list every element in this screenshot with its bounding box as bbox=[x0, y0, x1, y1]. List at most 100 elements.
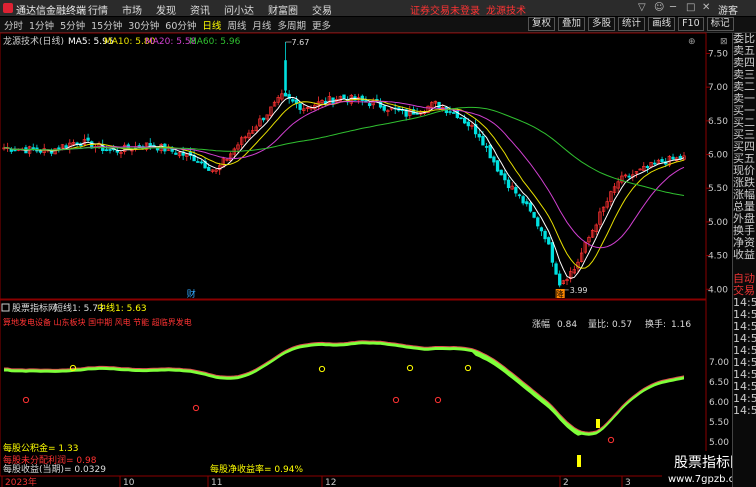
side-item-16: 换手 bbox=[733, 225, 755, 237]
candle bbox=[75, 142, 79, 145]
candle bbox=[148, 143, 152, 146]
price-tick-5: 5.00 bbox=[708, 218, 728, 228]
ma60-line bbox=[3, 106, 685, 196]
low-price-label: 3.99 bbox=[570, 286, 588, 295]
candle bbox=[207, 166, 211, 171]
candle bbox=[462, 117, 467, 124]
side-item-6: 买一 bbox=[733, 105, 755, 117]
price-tick-0: 7.50 bbox=[708, 49, 728, 59]
side-item-7: 买二 bbox=[733, 117, 755, 129]
price-tick-1: 7.00 bbox=[708, 83, 728, 93]
side-item-0: 委比 bbox=[733, 33, 755, 45]
ma60-label: MA60: 5.96 bbox=[189, 37, 241, 47]
side-item-28: 14:55 bbox=[733, 369, 756, 381]
candle bbox=[550, 242, 555, 263]
info-gongjijin: 每股公积金= 1.33 bbox=[3, 442, 78, 454]
side-item-14: 总量 bbox=[733, 201, 755, 213]
candle bbox=[481, 135, 485, 146]
candle bbox=[342, 94, 346, 99]
side-item-24: 14:55 bbox=[733, 321, 756, 333]
peak-candle bbox=[284, 60, 287, 91]
side-item-25: 14:55 bbox=[733, 333, 756, 345]
candle bbox=[521, 196, 525, 204]
info-shouyi: 每股收益(当期)= 0.0329 bbox=[3, 463, 106, 475]
indicator-line2: 中线1: 5.63 bbox=[97, 302, 147, 314]
candle bbox=[495, 160, 500, 172]
candle bbox=[291, 99, 295, 102]
side-item-19 bbox=[733, 261, 756, 273]
candle bbox=[528, 202, 533, 212]
candle bbox=[452, 112, 456, 114]
price-tick-6: 4.50 bbox=[708, 252, 728, 262]
signal-circle-5 bbox=[406, 364, 414, 372]
watermark-url: www.7gpzb.com bbox=[668, 474, 732, 485]
chart-canvas[interactable]: 龙源技术(日线) MA5: 5.95MA10: 5.80MA20: 5.58MA6… bbox=[0, 0, 732, 487]
candle bbox=[517, 194, 522, 197]
candle bbox=[671, 156, 675, 160]
liangbi-label: 量比: bbox=[588, 318, 609, 330]
ma20-line bbox=[3, 100, 685, 249]
watermark-title: 股票指标网 bbox=[674, 455, 732, 471]
close-panel-icon: ⊠ bbox=[720, 37, 728, 47]
candle bbox=[488, 144, 492, 159]
huanshou-value: 1.16 bbox=[671, 320, 691, 330]
zhangfu-label: 涨幅 bbox=[532, 318, 550, 330]
candle bbox=[484, 146, 489, 148]
signal-bar-2 bbox=[577, 455, 581, 467]
candle bbox=[499, 169, 503, 176]
candle bbox=[492, 156, 496, 163]
candle bbox=[645, 166, 650, 168]
side-item-5: 卖一 bbox=[733, 93, 755, 105]
ind-tick-1: 6.50 bbox=[709, 378, 729, 388]
side-item-17: 净资 bbox=[733, 237, 755, 249]
ma10-line bbox=[3, 98, 685, 269]
date-tick-4: 2 bbox=[563, 478, 569, 487]
candle bbox=[660, 159, 664, 163]
candle bbox=[539, 227, 544, 232]
candle bbox=[532, 212, 536, 218]
ind-tick-0: 7.00 bbox=[709, 358, 729, 368]
candle bbox=[547, 237, 551, 245]
info-jingshouyi: 每股净收益率= 0.94% bbox=[210, 463, 303, 475]
side-item-30: 14:55 bbox=[733, 393, 756, 405]
candle bbox=[466, 121, 470, 127]
candle bbox=[448, 111, 452, 113]
ind-tick-2: 6.00 bbox=[709, 398, 729, 408]
zhangfu-value: 0.84 bbox=[557, 320, 577, 330]
candle bbox=[174, 152, 178, 155]
candle bbox=[653, 162, 657, 165]
chart-label: 龙源技术(日线) bbox=[3, 35, 64, 47]
side-item-20: 自动 bbox=[733, 273, 755, 285]
date-tick-2: 11 bbox=[211, 478, 222, 487]
candle bbox=[477, 133, 481, 138]
signal-circle-3 bbox=[318, 365, 326, 373]
candle bbox=[543, 231, 547, 240]
side-item-31: 14:56 bbox=[733, 405, 756, 417]
price-tick-3: 6.00 bbox=[708, 151, 728, 161]
indicator-name: 股票指标网 bbox=[12, 302, 57, 314]
candle bbox=[506, 179, 511, 189]
date-tick-5: 3 bbox=[625, 478, 631, 487]
candle bbox=[627, 175, 631, 178]
candle bbox=[57, 147, 61, 150]
marker-jiang: 降 bbox=[556, 289, 564, 299]
candle bbox=[554, 263, 558, 275]
ind-tick-4: 5.00 bbox=[709, 438, 729, 448]
indicator-box-icon bbox=[1, 303, 10, 312]
side-item-23: 14:55 bbox=[733, 309, 756, 321]
liangbi-value: 0.57 bbox=[612, 320, 632, 330]
signal-bar-1 bbox=[596, 419, 600, 428]
price-tick-4: 5.50 bbox=[708, 184, 728, 194]
huanshou-label: 换手: bbox=[645, 318, 666, 330]
marker-cai: 财 bbox=[187, 288, 196, 300]
high-price-label: 7.67 bbox=[292, 38, 310, 47]
candle bbox=[104, 149, 109, 152]
signal-circle-0 bbox=[22, 396, 30, 404]
candle bbox=[196, 161, 200, 163]
candle bbox=[514, 187, 518, 194]
candle bbox=[64, 145, 68, 148]
concept-tags: 算地发电设备 山东板块 国中期 风电 节能 超临界发电 bbox=[3, 317, 192, 327]
indicator-band bbox=[4, 340, 684, 436]
side-item-13: 涨幅 bbox=[733, 189, 755, 201]
date-tick-3: 12 bbox=[325, 478, 336, 487]
